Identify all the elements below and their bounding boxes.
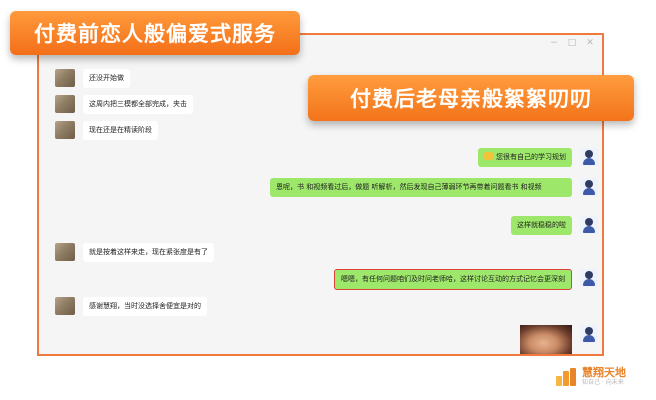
minimize-button[interactable]: − (548, 39, 560, 48)
highlighted-message-bubble[interactable]: 嗯嗯，有任何问题咱们及时问老师哈，这样讨论互动的方式记忆会更深刻 (334, 269, 572, 290)
message-text: 您很有自己的学习规划 (496, 153, 566, 161)
message-row: 嗯嗯，有任何问题咱们及时问老师哈，这样讨论互动的方式记忆会更深刻 (334, 269, 598, 290)
maximize-button[interactable]: □ (566, 39, 578, 48)
self-avatar[interactable] (580, 216, 598, 234)
book-logo-icon (556, 367, 578, 386)
message-row: 这样就稳稳的啦 (511, 216, 598, 235)
message-bubble[interactable]: 还没开始做 (83, 69, 130, 88)
self-avatar[interactable] (580, 178, 598, 196)
screenshot-stage: − □ ✕ 还没开始做 这周内把三模都全部完成，夹击 现在还是在精读阶段 您很有… (0, 0, 656, 400)
banner-before-payment: 付费前恋人般偏爱式服务 (10, 11, 300, 55)
self-avatar[interactable] (580, 325, 598, 343)
contact-avatar[interactable] (55, 121, 75, 139)
message-bubble[interactable]: 这样就稳稳的啦 (511, 216, 572, 235)
message-bubble[interactable]: 恩呢，书 和视频看过后，做题 听解析，然后发现自己薄弱环节再带着问题看书 和视频 (270, 178, 572, 197)
banner-after-payment: 付费后老母亲般絮絮叨叨 (308, 75, 634, 121)
message-row: 恩呢，书 和视频看过后，做题 听解析，然后发现自己薄弱环节再带着问题看书 和视频 (270, 178, 598, 197)
self-avatar[interactable] (580, 148, 598, 166)
message-row: 这周内把三模都全部完成，夹击 (55, 95, 193, 114)
contact-avatar[interactable] (55, 95, 75, 113)
image-message[interactable] (520, 325, 572, 354)
message-row: 您很有自己的学习规划 (478, 148, 598, 167)
message-row: 感谢慧翔，当时没选择舍便宜是对的 (55, 297, 207, 316)
logo-name: 慧翔天地 (582, 366, 626, 379)
message-row: 还没开始做 (55, 69, 130, 88)
message-bubble[interactable]: 感谢慧翔，当时没选择舍便宜是对的 (83, 297, 207, 316)
message-bubble[interactable]: 您很有自己的学习规划 (478, 148, 572, 167)
contact-avatar[interactable] (55, 243, 75, 261)
message-bubble[interactable]: 就是按着这样来走，现在紧张度是有了 (83, 243, 214, 262)
message-row: 现在还是在精读阶段 (55, 121, 158, 140)
message-bubble[interactable]: 现在还是在精读阶段 (83, 121, 158, 140)
thumbs-up-emoji-icon (484, 152, 493, 160)
window-controls: − □ ✕ (548, 39, 596, 48)
self-avatar[interactable] (580, 269, 598, 287)
contact-avatar[interactable] (55, 297, 75, 315)
message-bubble[interactable]: 这周内把三模都全部完成，夹击 (83, 95, 193, 114)
contact-avatar[interactable] (55, 69, 75, 87)
message-row: 就是按着这样来走，现在紧张度是有了 (55, 243, 214, 262)
logo-slogan: 知自己 · 向未来 (582, 379, 624, 386)
message-row (520, 325, 598, 354)
close-button[interactable]: ✕ (584, 39, 596, 48)
brand-logo: 慧翔天地 知自己 · 向未来 (556, 366, 626, 387)
